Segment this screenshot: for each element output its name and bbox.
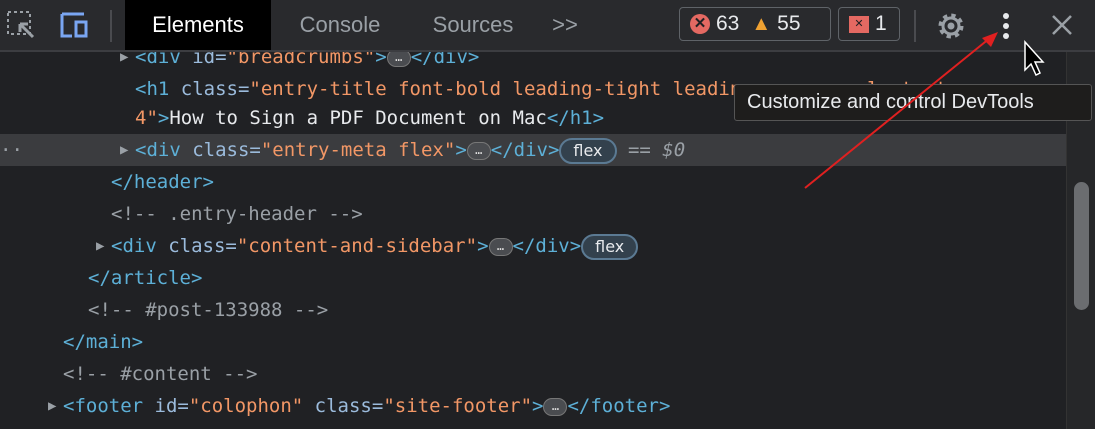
mouse-cursor-icon bbox=[1024, 40, 1045, 77]
red-arrow bbox=[804, 37, 991, 189]
annotation-overlay bbox=[804, 32, 1045, 189]
red-arrow-head-icon bbox=[982, 32, 998, 47]
